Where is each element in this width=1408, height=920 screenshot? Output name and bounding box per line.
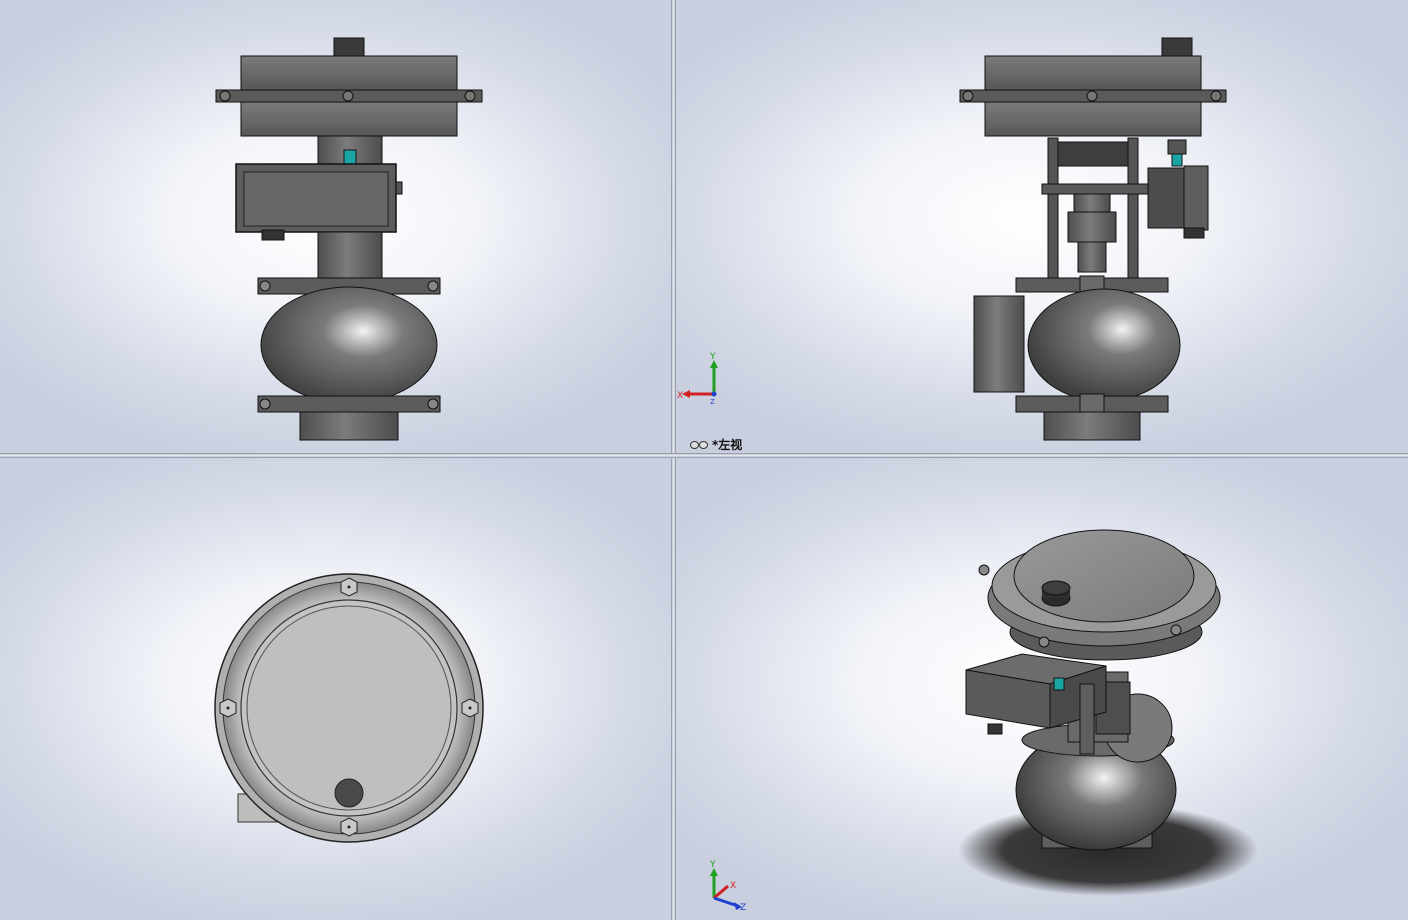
viewport-left[interactable]: Y X Z *左视 bbox=[676, 0, 1408, 453]
triad-x-label: X bbox=[730, 881, 736, 891]
triad-y-label: Y bbox=[709, 352, 716, 362]
valve-front-model bbox=[215, 37, 483, 441]
viewport-isometric[interactable]: Y X Z bbox=[676, 458, 1408, 920]
triad-z-label: Z bbox=[710, 398, 715, 406]
triad-z-label: Z bbox=[740, 903, 746, 913]
viewport-top[interactable] bbox=[0, 458, 671, 920]
view-orientation-label[interactable]: *左视 bbox=[690, 436, 742, 453]
cad-graphics-area[interactable]: Y X Z *左视 Y X Z bbox=[0, 0, 1408, 920]
viewport-splitter-vertical[interactable] bbox=[671, 0, 676, 920]
coordinate-triad: Y X Z bbox=[709, 860, 746, 913]
valve-left-model: Y X Z bbox=[677, 37, 1227, 441]
coordinate-triad: Y X Z bbox=[677, 352, 718, 406]
valve-top-model bbox=[214, 573, 484, 843]
glasses-icon bbox=[690, 440, 708, 449]
viewport-splitter-horizontal[interactable] bbox=[0, 453, 1408, 458]
valve-isometric-model: Y X Z bbox=[709, 529, 1258, 913]
triad-y-label: Y bbox=[709, 860, 716, 870]
viewport-front[interactable] bbox=[0, 0, 671, 453]
triad-x-label: X bbox=[677, 391, 683, 401]
view-name-text: *左视 bbox=[712, 438, 743, 452]
